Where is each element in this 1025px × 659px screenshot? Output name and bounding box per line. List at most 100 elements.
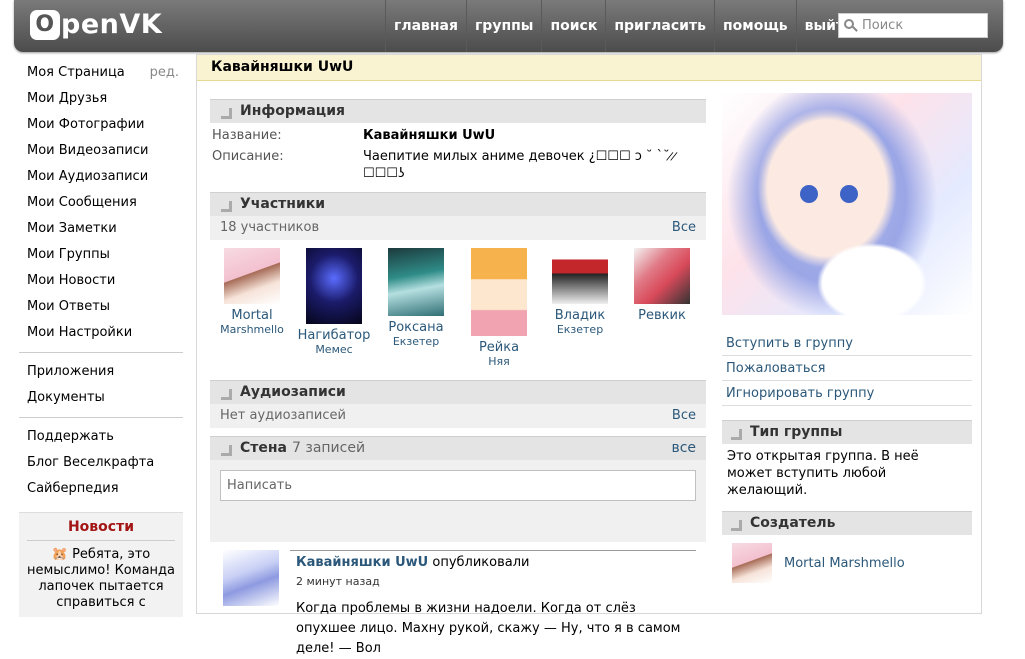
members-bar: 18 участников Все: [210, 216, 706, 240]
member-last-name: Мемес: [315, 343, 353, 356]
sidebar-item-support[interactable]: Поддержать: [19, 426, 183, 452]
sidebar-item-friends[interactable]: Мои Друзья: [19, 88, 183, 114]
member-first-name: Рейка: [478, 340, 520, 355]
search-input[interactable]: Поиск: [838, 13, 988, 38]
arrow-icon: [730, 427, 742, 440]
member-card[interactable]: Владик Екзетер: [543, 248, 617, 336]
nav-help[interactable]: помощь: [713, 0, 796, 52]
page-title: Кавайняшки UwU: [197, 55, 981, 81]
wall-count: 7 записей: [292, 440, 366, 456]
sidebar-divider: [19, 352, 183, 353]
logo-letter: O: [30, 9, 60, 40]
group-avatar[interactable]: [722, 93, 972, 315]
wall-composer: Написать: [210, 460, 706, 542]
news-title: Новости: [27, 519, 175, 541]
creator-name[interactable]: Mortal Marshmello: [784, 556, 905, 571]
post-action: опубликовали: [432, 555, 530, 570]
avatar[interactable]: [634, 248, 690, 304]
member-first-name: Роксана: [388, 320, 444, 335]
section-title: Стена: [240, 440, 288, 456]
sidebar-item-notes[interactable]: Мои Заметки: [19, 218, 183, 244]
member-card[interactable]: Ревкик: [625, 248, 699, 323]
top-navigation: главная группы поиск пригласить помощь в…: [385, 0, 862, 52]
post-author[interactable]: Кавайняшки UwU: [296, 555, 428, 570]
creator-section: Создатель Mortal Marshmello: [722, 511, 972, 591]
info-value: Чаепитие милых аниме девочек ¿☐☐☐ ↄ ˘ `˘…: [363, 149, 678, 181]
member-first-name: Владик: [554, 308, 606, 323]
openvk-logo[interactable]: O penVK: [30, 9, 162, 40]
member-first-name: Ревкик: [638, 308, 686, 323]
members-all-link[interactable]: Все: [672, 216, 696, 240]
sidebar-item-groups[interactable]: Мои Группы: [19, 244, 183, 270]
info-value: Кавайняшки UwU: [363, 128, 496, 143]
info-section-header: Информация: [210, 99, 706, 123]
report-button[interactable]: Пожаловаться: [722, 356, 972, 381]
sidebar-item-news[interactable]: Мои Новости: [19, 270, 183, 296]
nav-invite[interactable]: пригласить: [605, 0, 714, 52]
wall-section-header: Стена 7 записей все: [210, 436, 706, 460]
member-card[interactable]: Роксана Екзетер: [379, 248, 453, 348]
sidebar-item-cyberpedia[interactable]: Сайберпедия: [19, 478, 183, 504]
main-panel: Кавайняшки UwU Информация Название: Кава…: [196, 54, 982, 656]
avatar[interactable]: [306, 248, 362, 324]
sidebar-item-settings[interactable]: Мои Настройки: [19, 322, 183, 348]
sidebar-item-apps[interactable]: Приложения: [19, 361, 183, 387]
arrow-icon: [220, 106, 232, 119]
edit-link[interactable]: ред.: [150, 62, 179, 84]
arrow-icon: [730, 518, 742, 531]
search-icon: [844, 18, 858, 33]
wall-post: Кавайняшки UwU опубликовали 2 минут наза…: [210, 550, 706, 656]
avatar[interactable]: [732, 543, 772, 583]
sidebar-item-messages[interactable]: Мои Сообщения: [19, 192, 183, 218]
audio-section-header: Аудиозаписи: [210, 380, 706, 404]
section-title: Участники: [240, 196, 326, 212]
post-avatar[interactable]: [223, 550, 279, 606]
nav-groups[interactable]: группы: [465, 0, 541, 52]
post-header: Кавайняшки UwU опубликовали 2 минут наза…: [290, 550, 696, 592]
creator-header: Создатель: [722, 511, 972, 535]
left-column: Информация Название: Кавайняшки UwU Опис…: [210, 99, 706, 656]
group-type-header: Тип группы: [722, 420, 972, 444]
avatar[interactable]: [471, 248, 527, 336]
avatar[interactable]: [388, 248, 444, 316]
avatar[interactable]: [552, 248, 608, 304]
info-row-name: Название: Кавайняшки UwU: [210, 127, 706, 144]
sidebar-item-videos[interactable]: Мои Видеозаписи: [19, 140, 183, 166]
info-key: Название:: [212, 128, 282, 143]
creator-card[interactable]: Mortal Marshmello: [722, 535, 972, 591]
ignore-group-button[interactable]: Игнорировать группу: [722, 381, 972, 406]
member-card[interactable]: Нагибатор Мемес: [297, 248, 371, 356]
member-last-name: Екзетер: [392, 335, 440, 348]
info-key: Описание:: [212, 149, 284, 164]
member-first-name: Нагибатор: [297, 328, 371, 343]
members-section-header: Участники: [210, 192, 706, 216]
member-card[interactable]: Рейка Няя: [462, 248, 536, 368]
sidebar-item-replies[interactable]: Мои Ответы: [19, 296, 183, 322]
sidebar-item-label: Моя Страница: [27, 65, 125, 80]
section-title: Создатель: [750, 515, 836, 531]
members-count: 18 участников: [220, 220, 320, 235]
audio-all-link[interactable]: Все: [672, 404, 696, 428]
join-group-button[interactable]: Вступить в группу: [722, 331, 972, 356]
audio-empty-text: Нет аудиозаписей: [220, 408, 346, 423]
member-first-name: Mortal: [231, 308, 273, 323]
avatar[interactable]: [224, 248, 280, 304]
sidebar-item-blog[interactable]: Блог Веселкрафта: [19, 452, 183, 478]
top-header: O penVK главная группы поиск пригласить …: [14, 0, 1003, 52]
member-last-name: Екзетер: [556, 323, 604, 336]
post-time[interactable]: 2 минут назад: [296, 575, 690, 588]
sidebar-item-audio[interactable]: Мои Аудиозаписи: [19, 166, 183, 192]
nav-home[interactable]: главная: [385, 0, 466, 52]
member-card[interactable]: Mortal Marshmello: [215, 248, 289, 336]
sidebar-item-my-page[interactable]: Моя Страница ред.: [19, 62, 183, 88]
arrow-icon: [220, 199, 232, 212]
nav-search[interactable]: поиск: [541, 0, 605, 52]
sidebar-item-documents[interactable]: Документы: [19, 387, 183, 413]
sidebar-item-photos[interactable]: Мои Фотографии: [19, 114, 183, 140]
news-text[interactable]: 🐹 Ребята, это немыслимо! Команда лапочек…: [27, 547, 175, 611]
logo-text: penVK: [61, 9, 163, 40]
wall-all-link[interactable]: все: [671, 437, 696, 460]
wall-post-input[interactable]: Написать: [220, 470, 696, 501]
left-sidebar: Моя Страница ред. Мои Друзья Мои Фотограф…: [19, 62, 183, 617]
group-type-section: Тип группы Это открытая группа. В неё мо…: [722, 420, 972, 503]
